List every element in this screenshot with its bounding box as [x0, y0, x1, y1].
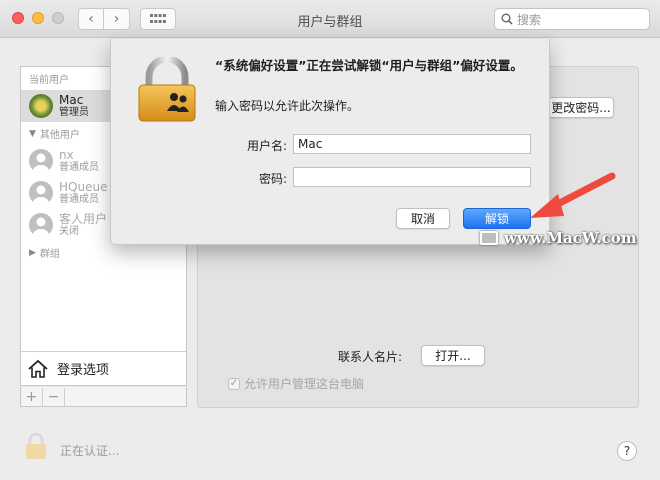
house-icon — [28, 359, 48, 378]
watermark-text: www.MacW.com — [504, 229, 637, 247]
person-icon — [29, 149, 53, 173]
username-field[interactable] — [293, 134, 531, 154]
user-role: 普通成员 — [59, 193, 99, 205]
person-icon — [29, 213, 53, 237]
search-icon — [501, 13, 513, 25]
allow-admin-checkbox[interactable]: ✓ — [228, 377, 240, 390]
user-name: Mac — [59, 92, 84, 107]
lock-icon[interactable] — [24, 432, 48, 463]
user-name: HQueue — [59, 179, 108, 194]
password-label: 密码: — [258, 172, 287, 186]
annotation-arrow-icon — [530, 172, 616, 218]
login-options-label: 登录选项 — [57, 363, 110, 378]
contact-card-label: 联系人名片: — [338, 350, 403, 364]
preferences-window: ‹ › 用户与群组 搜索 更改密码... 联系人名片: 打开... ✓ 允许用户… — [0, 0, 660, 480]
password-field[interactable] — [293, 167, 531, 187]
watermark: www.MacW.com — [480, 229, 637, 247]
disclosure-down-icon: ▼ — [29, 128, 36, 139]
disclosure-right-icon: ▶ — [29, 247, 36, 258]
help-button[interactable]: ? — [617, 441, 637, 461]
remove-user-button[interactable]: − — [43, 387, 65, 406]
user-role: 普通成员 — [59, 161, 99, 173]
person-icon — [29, 181, 53, 205]
avatar — [29, 94, 53, 118]
cancel-button[interactable]: 取消 — [396, 208, 450, 229]
user-name: nx — [59, 147, 74, 162]
search-placeholder: 搜索 — [517, 12, 542, 27]
add-remove-bar: + − — [20, 387, 187, 407]
add-user-button[interactable]: + — [21, 387, 43, 406]
groups-label: 群组 — [39, 249, 60, 260]
other-users-label: 其他用户 — [39, 130, 80, 141]
user-role: 管理员 — [59, 106, 89, 118]
authenticating-text: 正在认证... — [60, 444, 120, 458]
title-bar: ‹ › 用户与群组 搜索 — [0, 0, 660, 38]
allow-admin-row: ✓ 允许用户管理这台电脑 — [228, 375, 364, 392]
lock-users-icon — [135, 55, 199, 126]
search-field[interactable]: 搜索 — [494, 8, 650, 30]
user-role: 关闭 — [59, 225, 79, 237]
dialog-subtitle: 输入密码以允许此次操作。 — [215, 99, 360, 113]
monitor-icon — [480, 231, 498, 245]
username-label: 用户名: — [246, 139, 287, 153]
dialog-title: “系统偏好设置”正在尝试解锁“用户与群组”偏好设置。 — [215, 58, 523, 73]
change-password-button[interactable]: 更改密码... — [548, 97, 614, 118]
user-name: 客人用户 — [59, 211, 108, 226]
allow-admin-label: 允许用户管理这台电脑 — [244, 377, 365, 391]
unlock-dialog: “系统偏好设置”正在尝试解锁“用户与群组”偏好设置。 输入密码以允许此次操作。 … — [110, 39, 550, 245]
login-options-button[interactable]: 登录选项 — [21, 351, 186, 385]
open-contact-button[interactable]: 打开... — [421, 345, 485, 366]
